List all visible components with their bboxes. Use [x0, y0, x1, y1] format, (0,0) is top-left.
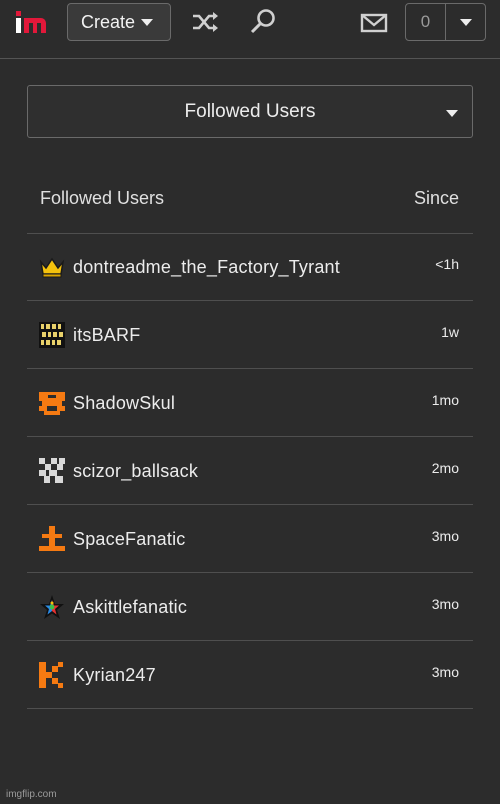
username[interactable]: Askittlefanatic — [73, 597, 187, 618]
since-value: 1w — [441, 324, 459, 340]
notification-dropdown-toggle[interactable] — [446, 4, 485, 40]
chevron-down-icon — [459, 18, 472, 26]
notification-count[interactable]: 0 — [406, 4, 446, 40]
top-navbar: Create 0 — [0, 0, 500, 59]
username[interactable]: itsBARF — [73, 325, 140, 346]
binary-avatar-icon[interactable] — [39, 322, 65, 348]
imgflip-watermark: imgflip.com — [6, 789, 57, 800]
chevron-down-icon — [141, 18, 154, 26]
since-value: 1mo — [431, 392, 459, 408]
search-icon[interactable] — [248, 7, 278, 37]
list-item[interactable]: dontreadme_the_Factory_Tyrant <1h — [27, 233, 473, 301]
orange-pixel-avatar-icon[interactable] — [39, 390, 65, 416]
orange-pixel-avatar-icon[interactable] — [39, 526, 65, 552]
mail-icon[interactable] — [359, 8, 389, 38]
since-value: 3mo — [431, 596, 459, 612]
orange-letter-k-avatar-icon[interactable] — [39, 662, 65, 688]
list-item[interactable]: Kyrian247 3mo — [27, 641, 473, 709]
followed-users-list: dontreadme_the_Factory_Tyrant <1h itsBAR… — [27, 233, 473, 709]
username[interactable]: ShadowSkul — [73, 393, 175, 414]
list-item[interactable]: scizor_ballsack 2mo — [27, 437, 473, 505]
since-value: 2mo — [431, 460, 459, 476]
follow-filter-selected: Followed Users — [184, 100, 316, 122]
chevron-down-icon — [446, 110, 458, 117]
username[interactable]: SpaceFanatic — [73, 529, 185, 550]
username[interactable]: scizor_ballsack — [73, 461, 198, 482]
list-header: Followed Users Since — [27, 178, 473, 234]
crown-avatar-icon[interactable] — [39, 254, 65, 280]
list-item[interactable]: itsBARF 1w — [27, 301, 473, 369]
list-header-title: Followed Users — [40, 188, 165, 208]
rainbow-star-avatar-icon[interactable] — [39, 594, 65, 620]
since-value: 3mo — [431, 664, 459, 680]
username[interactable]: dontreadme_the_Factory_Tyrant — [73, 257, 340, 278]
since-value: 3mo — [431, 528, 459, 544]
follow-filter-select[interactable]: Followed Users — [27, 85, 473, 138]
list-item[interactable]: ShadowSkul 1mo — [27, 369, 473, 437]
username[interactable]: Kyrian247 — [73, 665, 156, 686]
notifications-dropdown[interactable]: 0 — [405, 3, 486, 41]
list-item[interactable]: SpaceFanatic 3mo — [27, 505, 473, 573]
grey-pixel-avatar-icon[interactable] — [39, 458, 65, 484]
list-item[interactable]: Askittlefanatic 3mo — [27, 573, 473, 641]
list-header-since: Since — [413, 188, 459, 208]
create-label: Create — [81, 11, 136, 32]
since-value: <1h — [435, 256, 459, 272]
imgflip-logo[interactable] — [14, 10, 54, 36]
shuffle-icon[interactable] — [190, 7, 220, 37]
create-button[interactable]: Create — [67, 3, 171, 41]
